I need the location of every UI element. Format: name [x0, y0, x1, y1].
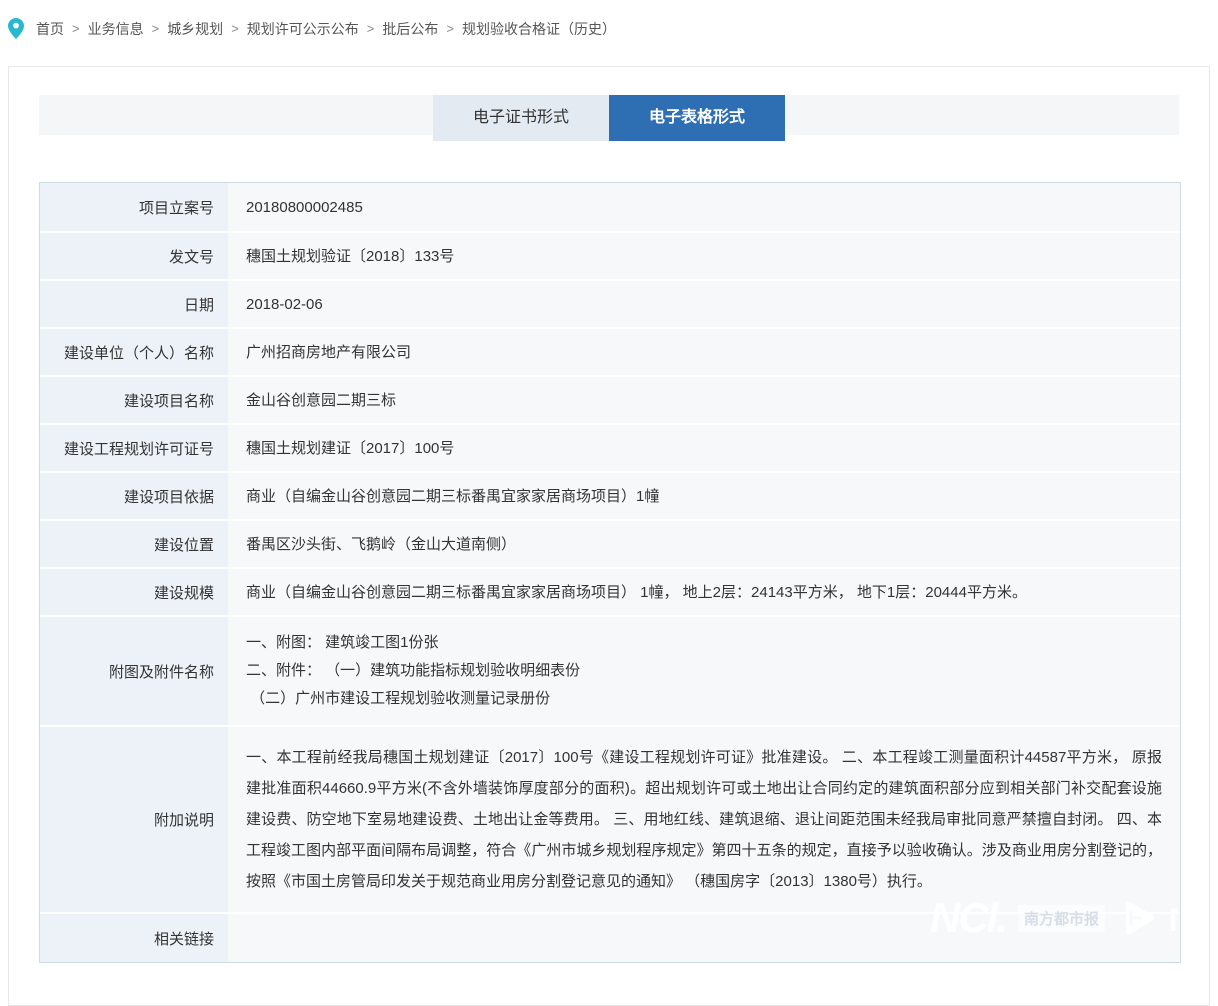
row-label: 附图及附件名称: [40, 617, 228, 725]
table-row-attachments: 附图及附件名称 一、附图： 建筑竣工图1份张 二、附件： （一）建筑功能指标规划…: [40, 617, 1180, 727]
row-value: 商业（自编金山谷创意园二期三标番禺宜家家居商场项目）1幢: [228, 473, 1180, 519]
row-label: 附加说明: [40, 727, 228, 912]
breadcrumb-item-permit-publicity[interactable]: 规划许可公示公布: [247, 19, 359, 39]
table-row-project-case-number: 项目立案号 20180800002485: [40, 183, 1180, 233]
row-value: 广州招商房地产有限公司: [228, 329, 1180, 375]
table-row-construction-location: 建设位置 番禺区沙头街、飞鹅岭（金山大道南侧）: [40, 521, 1180, 569]
row-label: 发文号: [40, 233, 228, 279]
breadcrumb-item-home[interactable]: 首页: [36, 19, 64, 39]
table-row-document-number: 发文号 穗国土规划验证〔2018〕133号: [40, 233, 1180, 281]
breadcrumb-item-urban-rural-planning[interactable]: 城乡规划: [167, 19, 223, 39]
row-label: 项目立案号: [40, 183, 228, 231]
breadcrumb-item-post-approval[interactable]: 批后公布: [382, 19, 438, 39]
breadcrumb-separator: >: [152, 21, 160, 36]
table-row-related-links: 相关链接: [40, 914, 1180, 962]
breadcrumb-separator: >: [72, 21, 80, 36]
certificate-detail-table: 项目立案号 20180800002485 发文号 穗国土规划验证〔2018〕13…: [39, 182, 1181, 963]
table-row-date: 日期 2018-02-06: [40, 281, 1180, 329]
breadcrumb-separator: >: [367, 21, 375, 36]
table-row-additional-notes: 附加说明 一、本工程前经我局穗国土规划建证〔2017〕100号《建设工程规划许可…: [40, 727, 1180, 914]
breadcrumb-item-current-page: 规划验收合格证（历史）: [462, 19, 616, 39]
row-value: 商业（自编金山谷创意园二期三标番禺宜家家居商场项目） 1幢， 地上2层：2414…: [228, 569, 1180, 615]
row-label: 建设项目名称: [40, 377, 228, 423]
row-value: 一、本工程前经我局穗国土规划建证〔2017〕100号《建设工程规划许可证》批准建…: [228, 727, 1180, 912]
table-row-project-basis: 建设项目依据 商业（自编金山谷创意园二期三标番禺宜家家居商场项目）1幢: [40, 473, 1180, 521]
row-label: 建设工程规划许可证号: [40, 425, 228, 471]
row-value: 2018-02-06: [228, 281, 1180, 327]
breadcrumb-separator: >: [231, 21, 239, 36]
breadcrumb-separator: >: [446, 21, 454, 36]
location-pin-icon: [8, 18, 24, 39]
table-row-construction-unit-name: 建设单位（个人）名称 广州招商房地产有限公司: [40, 329, 1180, 377]
row-label: 日期: [40, 281, 228, 327]
breadcrumb: 首页 > 业务信息 > 城乡规划 > 规划许可公示公布 > 批后公布 > 规划验…: [8, 18, 616, 39]
tab-group: 电子证书形式 电子表格形式: [433, 95, 785, 141]
row-label: 建设单位（个人）名称: [40, 329, 228, 375]
row-value: 20180800002485: [228, 183, 1180, 231]
tab-electronic-table[interactable]: 电子表格形式: [609, 95, 785, 141]
row-label: 建设规模: [40, 569, 228, 615]
row-value: 金山谷创意园二期三标: [228, 377, 1180, 423]
row-value: [228, 914, 1180, 962]
row-value: 穗国土规划验证〔2018〕133号: [228, 233, 1180, 279]
breadcrumb-item-business-info[interactable]: 业务信息: [88, 19, 144, 39]
row-label: 相关链接: [40, 914, 228, 962]
row-label: 建设项目依据: [40, 473, 228, 519]
row-value: 穗国土规划建证〔2017〕100号: [228, 425, 1180, 471]
table-row-planning-permit-number: 建设工程规划许可证号 穗国土规划建证〔2017〕100号: [40, 425, 1180, 473]
content-panel: 电子证书形式 电子表格形式 项目立案号 20180800002485 发文号 穗…: [8, 66, 1210, 1006]
row-value: 番禺区沙头街、飞鹅岭（金山大道南侧）: [228, 521, 1180, 567]
tab-electronic-certificate[interactable]: 电子证书形式: [433, 95, 609, 141]
table-row-construction-scale: 建设规模 商业（自编金山谷创意园二期三标番禺宜家家居商场项目） 1幢， 地上2层…: [40, 569, 1180, 617]
table-row-project-name: 建设项目名称 金山谷创意园二期三标: [40, 377, 1180, 425]
row-value: 一、附图： 建筑竣工图1份张 二、附件： （一）建筑功能指标规划验收明细表份 （…: [228, 617, 1180, 725]
row-label: 建设位置: [40, 521, 228, 567]
